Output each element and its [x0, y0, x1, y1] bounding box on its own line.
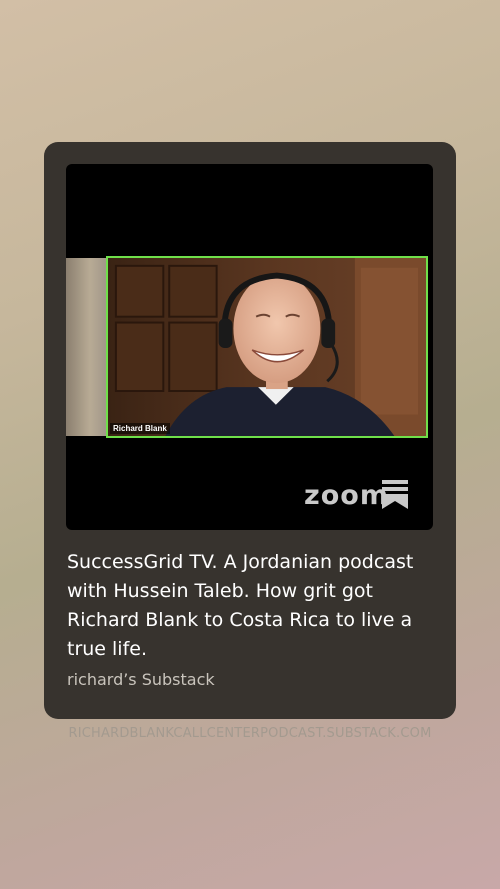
zoom-logo: zoom	[304, 478, 412, 512]
zoom-logo-text: zoom	[304, 480, 389, 511]
participant-name-label: Richard Blank	[110, 423, 170, 434]
publication-name: richard’s Substack	[67, 670, 215, 689]
active-speaker-video: Richard Blank	[106, 256, 428, 438]
link-preview-card[interactable]: Richard Blank zoom SuccessGrid TV. A Jor…	[44, 142, 456, 719]
post-title[interactable]: SuccessGrid TV. A Jordanian podcast with…	[67, 548, 437, 664]
zoom-bookmark-icon	[382, 480, 408, 509]
side-video-tile	[66, 258, 106, 436]
speaker-image	[108, 258, 426, 436]
video-thumbnail[interactable]: Richard Blank zoom	[66, 164, 433, 530]
source-url-link[interactable]: RICHARDBLANKCALLCENTERPODCAST.SUBSTACK.C…	[0, 726, 500, 741]
